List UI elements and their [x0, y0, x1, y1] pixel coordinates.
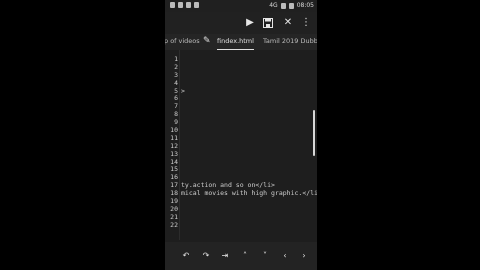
tab-tamil[interactable]: Tamil 2019 Dubbe: [263, 34, 317, 50]
code-line[interactable]: [181, 111, 317, 119]
code-line[interactable]: [181, 103, 317, 111]
chevron-up-icon[interactable]: ˄: [239, 250, 251, 262]
code-editor[interactable]: 1 2 3 4 5 6 7 8 9 10 11 12 13 14 15 16 17 18 19 20 21 22 > ty.…: [165, 50, 317, 240]
toolbar: ▶ ✕ ⋮: [165, 12, 317, 34]
code-line[interactable]: [181, 214, 317, 222]
code-line[interactable]: >: [181, 88, 317, 96]
notification-icon: [178, 2, 183, 8]
code-line[interactable]: [181, 174, 317, 182]
code-line[interactable]: [181, 222, 317, 230]
chevron-right-icon[interactable]: ›: [298, 250, 310, 262]
code-line[interactable]: [181, 72, 317, 80]
redo-icon[interactable]: ↷: [200, 250, 212, 262]
code-line[interactable]: [181, 143, 317, 151]
code-line[interactable]: [181, 166, 317, 174]
signal-icon: [280, 2, 286, 9]
status-bar: 4G 08:05: [165, 0, 317, 12]
tab-index[interactable]: findex.html: [217, 34, 254, 50]
chevron-down-icon[interactable]: ˅: [259, 250, 271, 262]
code-line[interactable]: [181, 80, 317, 88]
code-line[interactable]: [181, 95, 317, 103]
close-icon[interactable]: ✕: [281, 16, 295, 30]
gutter-separator: [179, 50, 180, 240]
network-label: 4G: [269, 2, 278, 9]
scrollbar[interactable]: [313, 110, 315, 156]
line-number-gutter: 1 2 3 4 5 6 7 8 9 10 11 12 13 14 15 16 17 18 19 20 21 22: [165, 55, 179, 230]
line-number: 22: [170, 220, 178, 229]
code-area[interactable]: > ty.action and so on</li> mical movies wi…: [181, 56, 317, 230]
code-line[interactable]: [181, 206, 317, 214]
save-icon[interactable]: [261, 16, 275, 30]
notification-icon: [194, 2, 199, 8]
play-icon[interactable]: ▶: [243, 16, 257, 30]
undo-icon[interactable]: ↶: [180, 250, 192, 262]
code-line[interactable]: [181, 127, 317, 135]
tab-videos[interactable]: p of videos: [165, 34, 200, 50]
edit-pencil-icon: ✎: [203, 36, 211, 46]
editor-bottom-bar: ↶ ↷ ⇥ ˄ ˅ ‹ ›: [165, 242, 317, 270]
notification-icon: [170, 2, 175, 8]
code-line[interactable]: [181, 135, 317, 143]
code-line[interactable]: ty.action and so on</li>: [181, 182, 317, 190]
file-tabs: p of videos ✎ findex.html Tamil 2019 Dub…: [165, 34, 317, 50]
code-line[interactable]: [181, 151, 317, 159]
code-line[interactable]: [181, 64, 317, 72]
phone-screen: 4G 08:05 ▶ ✕ ⋮ p of videos ✎ findex.html…: [165, 0, 317, 270]
code-line[interactable]: [181, 198, 317, 206]
notification-icon: [186, 2, 191, 8]
code-line[interactable]: [181, 159, 317, 167]
chevron-left-icon[interactable]: ‹: [279, 250, 291, 262]
code-line[interactable]: [181, 56, 317, 64]
tab-indent-icon[interactable]: ⇥: [219, 250, 231, 262]
code-line[interactable]: [181, 119, 317, 127]
overflow-menu-icon[interactable]: ⋮: [299, 16, 313, 30]
clock: 08:05: [296, 2, 314, 9]
battery-icon: [288, 2, 294, 9]
code-line[interactable]: mical movies with high graphic.</li>: [181, 190, 317, 198]
